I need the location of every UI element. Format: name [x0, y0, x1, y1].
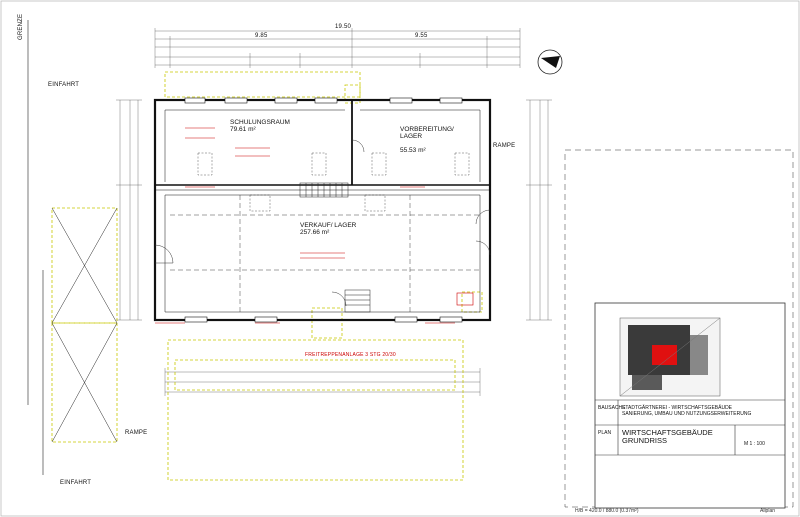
north-arrow-icon — [537, 49, 563, 75]
room-sales: VERKAUF/ LAGER 257.66 m² — [300, 222, 356, 236]
plan-scale: M 1 : 100 — [744, 441, 765, 447]
dimension-total: 19.50 — [335, 24, 352, 30]
software-note: Allplan — [760, 508, 776, 514]
dimension-right: 9.55 — [415, 33, 428, 39]
ramp-left-label: RAMPE — [125, 430, 148, 436]
plan-title-2: GRUNDRISS — [622, 436, 668, 445]
project-line-2: SANIERUNG, UMBAU UND NUTZUNGSERWEITERUNG — [622, 411, 752, 417]
room-preparation-area: 55.53 m² — [400, 147, 426, 154]
room-preparation-name: VORBEREITUNG/ LAGER — [400, 126, 454, 140]
sheet-size-note: H/B = 420.0 / 880.0 (0.37m²) — [575, 508, 639, 514]
room-sales-name: VERKAUF/ LAGER — [300, 222, 357, 229]
entrance-bottom-label: EINFAHRT — [60, 480, 92, 486]
room-preparation: VORBEREITUNG/ LAGER 55.53 m² — [400, 119, 454, 161]
boundary-label: GRENZE — [18, 13, 24, 40]
room-training: SCHULUNGSRAUM 79.61 m² — [230, 119, 290, 133]
site-plan-thumbnail — [619, 317, 721, 397]
room-training-name: SCHULUNGSRAUM — [230, 119, 290, 126]
plan-label: PLAN — [598, 430, 612, 436]
ramp-right-label: RAMPE — [493, 143, 516, 149]
skylights — [197, 152, 470, 212]
dimension-left: 9.85 — [255, 33, 268, 39]
room-training-area: 79.61 m² — [230, 126, 256, 133]
dimension-lines — [116, 28, 552, 396]
floor-plan-drawing — [0, 0, 800, 517]
room-sales-area: 257.66 m² — [300, 229, 330, 236]
entrance-top-label: EINFAHRT — [48, 82, 80, 88]
exterior-stairs-note: FREITREPPENANLAGE 3 STG 20/30 — [305, 352, 396, 358]
